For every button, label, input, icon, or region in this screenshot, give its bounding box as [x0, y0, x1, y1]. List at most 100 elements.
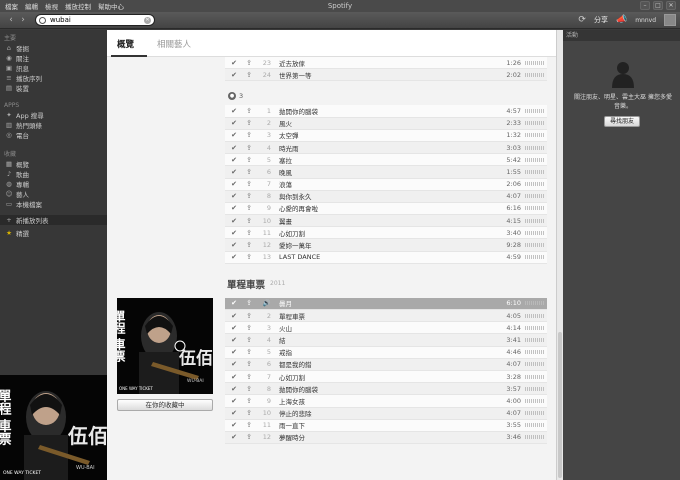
table-row[interactable]: ✔ ⇪ 4 時光雨 3:03 [225, 141, 547, 155]
table-row[interactable]: ✔ ⇪ 4 結 3:41 [225, 334, 547, 347]
checkmark-icon[interactable]: ✔ [227, 397, 241, 405]
checkmark-icon[interactable]: ✔ [227, 192, 241, 200]
username[interactable]: mnnvd [635, 17, 656, 24]
table-row[interactable]: ✔ ⇪ 1 拋開你的腦袋 4:57 [225, 105, 547, 118]
checkmark-icon[interactable]: ✔ [227, 421, 241, 429]
checkmark-icon[interactable]: ✔ [227, 253, 241, 261]
share-icon[interactable]: ⇪ [241, 204, 257, 212]
share-icon[interactable]: ⇪ [241, 312, 257, 320]
sidebar-item-devices[interactable]: ▤ 裝置 [0, 83, 107, 93]
sidebar-item-follow[interactable]: ◉ 關注 [0, 53, 107, 63]
tab-overview[interactable]: 概覽 [117, 38, 134, 50]
table-row[interactable]: ✔ ⇪ 6 都是我的錯 4:07 [225, 358, 547, 371]
checkmark-icon[interactable]: ✔ [227, 433, 241, 441]
checkmark-icon[interactable]: ✔ [227, 336, 241, 344]
scrollbar-thumb[interactable] [558, 332, 562, 478]
sidebar-item-inbox[interactable]: ▣ 訊息 [0, 63, 107, 73]
megaphone-icon[interactable]: 📣 [616, 15, 627, 25]
table-row[interactable]: ✔ ⇪ 12 愛妳一萬年 9:28 [225, 239, 547, 252]
sidebar-item-songs[interactable]: ♪ 歌曲 [0, 169, 107, 179]
clear-search-icon[interactable]: ✕ [144, 17, 151, 24]
share-icon[interactable]: ⇪ [241, 397, 257, 405]
table-row[interactable]: ✔ ⇪ 11 雨一直下 3:55 [225, 419, 547, 432]
share-icon[interactable]: ⇪ [241, 324, 257, 332]
sidebar-item-starred[interactable]: ★ 精選 [0, 228, 107, 238]
forward-arrow-icon[interactable]: › [18, 15, 28, 25]
sidebar-item-queue[interactable]: ≡ 播放序列 [0, 73, 107, 83]
album-cover[interactable]: 單程 車票 伍佰 WU-BAI ONE WAY TICKET [117, 298, 213, 394]
table-row[interactable]: ✔ ⇪ 7 浪蕩 2:06 [225, 178, 547, 191]
table-row[interactable]: ✔ ⇪ 7 心如刀割 3:28 [225, 370, 547, 384]
table-row[interactable]: ✔ ⇪ 10 停止的悲除 4:07 [225, 407, 547, 420]
checkmark-icon[interactable]: ✔ [227, 71, 241, 79]
checkmark-icon[interactable]: ✔ [227, 204, 241, 212]
share-icon[interactable]: ⇪ [241, 348, 257, 356]
tab-related-artists[interactable]: 相關藝人 [157, 38, 191, 50]
album-title[interactable]: 單程車票 [227, 277, 265, 291]
share-icon[interactable]: ⇪ [241, 229, 257, 237]
close-icon[interactable]: ✕ [666, 1, 676, 10]
share-icon[interactable]: ⇪ [241, 241, 257, 249]
avatar[interactable] [664, 14, 676, 26]
table-row[interactable]: ✔ ⇪ 9 心愛的再會啦 6:16 [225, 202, 547, 216]
back-arrow-icon[interactable]: ‹ [6, 15, 16, 25]
table-row[interactable]: ✔ ⇪ 5 塞拉 5:42 [225, 154, 547, 167]
sidebar-item-artists[interactable]: ☺ 藝人 [0, 189, 107, 199]
share-label[interactable]: 分享 [594, 15, 608, 25]
menu-help[interactable]: 幫助中心 [98, 1, 124, 11]
table-row[interactable]: ✔ ⇪ 10 翼畫 4:15 [225, 215, 547, 228]
checkmark-icon[interactable]: ✔ [227, 119, 241, 127]
checkmark-icon[interactable]: ✔ [227, 180, 241, 188]
share-icon[interactable]: ⇪ [241, 421, 257, 429]
share-icon[interactable]: ⇪ [241, 336, 257, 344]
search-input[interactable] [50, 16, 146, 24]
share-icon[interactable]: ⇪ [241, 71, 257, 79]
table-row[interactable]: ✔ ⇪ 5 戒指 4:46 [225, 346, 547, 359]
checkmark-icon[interactable]: ✔ [227, 217, 241, 225]
minimize-icon[interactable]: – [640, 1, 650, 10]
checkmark-icon[interactable]: ✔ [227, 59, 241, 67]
share-icon[interactable]: ⇪ [241, 360, 257, 368]
table-row[interactable]: ✔ ⇪ 8 與你到永久 4:07 [225, 190, 547, 203]
sidebar-item-discover[interactable]: ⌂ 發掘 [0, 43, 107, 53]
table-row[interactable]: ✔ ⇪ 8 拋開你的腦袋 3:57 [225, 383, 547, 396]
find-friends-button[interactable]: 尋找朋友 [604, 116, 640, 127]
checkmark-icon[interactable]: ✔ [227, 131, 241, 139]
share-icon[interactable]: ⇪ [241, 373, 257, 381]
table-row[interactable]: ✔ ⇪ 2 單程車票 4:05 [225, 310, 547, 323]
share-icon[interactable]: ⟳ [578, 15, 586, 25]
share-icon[interactable]: ⇪ [241, 433, 257, 441]
menu-view[interactable]: 檢視 [45, 1, 58, 11]
table-row[interactable]: ✔ ⇪ 11 心如刀割 3:40 [225, 227, 547, 240]
share-icon[interactable]: ⇪ [241, 144, 257, 152]
menu-playback[interactable]: 播放控制 [65, 1, 91, 11]
share-icon[interactable]: ⇪ [241, 385, 257, 393]
checkmark-icon[interactable]: ✔ [227, 409, 241, 417]
table-row[interactable]: ✔ ⇪ 3 太空彈 1:32 [225, 129, 547, 142]
table-row[interactable]: ✔ ⇪ 12 夢醒時分 3:46 [225, 431, 547, 445]
share-icon[interactable]: ⇪ [241, 217, 257, 225]
maximize-icon[interactable]: □ [653, 1, 663, 10]
table-row[interactable]: ✔ ⇪ 2 風火 2:33 [225, 117, 547, 130]
in-collection-button[interactable]: 在你的收藏中 [117, 399, 213, 411]
table-row[interactable]: ✔ ⇪ 24 世界第一等 2:02 [225, 69, 547, 82]
share-icon[interactable]: ⇪ [241, 59, 257, 67]
share-icon[interactable]: ⇪ [241, 299, 257, 307]
checkmark-icon[interactable]: ✔ [227, 312, 241, 320]
checkmark-icon[interactable]: ✔ [227, 241, 241, 249]
sidebar-item-local-files[interactable]: ▭ 本機檔案 [0, 199, 107, 209]
checkmark-icon[interactable]: ✔ [227, 107, 241, 115]
sidebar-item-albums[interactable]: ◍ 專輯 [0, 179, 107, 189]
share-icon[interactable]: ⇪ [241, 168, 257, 176]
table-row[interactable]: ✔ ⇪ 23 近去放傢 1:26 [225, 57, 547, 70]
main-scrollbar[interactable] [556, 30, 563, 480]
share-icon[interactable]: ⇪ [241, 192, 257, 200]
checkmark-icon[interactable]: ✔ [227, 324, 241, 332]
share-icon[interactable]: ⇪ [241, 119, 257, 127]
now-playing-cover[interactable]: 單程 車票 伍佰 WU-BAI ONE WAY TICKET [0, 375, 107, 480]
checkmark-icon[interactable]: ✔ [227, 299, 241, 307]
sidebar-item-overview[interactable]: ▦ 概覽 [0, 159, 107, 169]
share-icon[interactable]: ⇪ [241, 107, 257, 115]
sidebar-item-radio[interactable]: ◎ 電台 [0, 130, 107, 140]
checkmark-icon[interactable]: ✔ [227, 144, 241, 152]
